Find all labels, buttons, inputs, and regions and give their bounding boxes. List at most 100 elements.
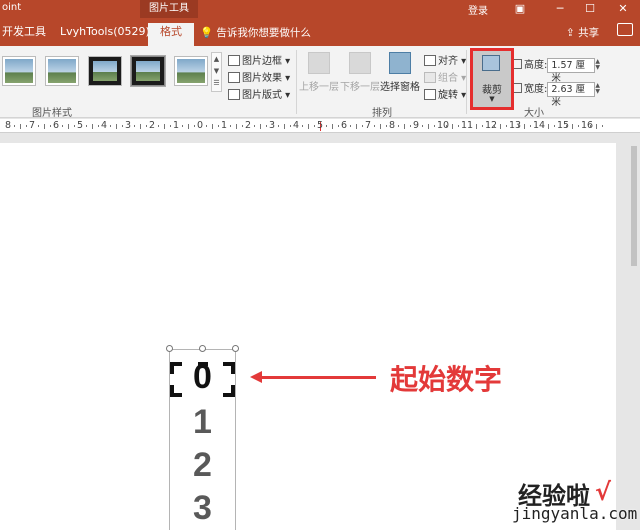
maximize-button[interactable]: ☐ <box>575 0 605 18</box>
ruler-label: 6 <box>53 120 60 131</box>
ruler-tick <box>188 124 189 129</box>
ruler-label: 9 <box>413 120 420 131</box>
watermark-url: jingyanla.com <box>512 504 638 523</box>
ruler-tick <box>260 124 261 129</box>
picture-effects-button[interactable]: 图片效果 ▾ <box>228 69 290 84</box>
ruler-tick <box>470 125 471 127</box>
ruler-tick <box>62 125 63 127</box>
ruler-label: 1 <box>221 120 228 131</box>
ruler-tick <box>596 124 597 129</box>
ruler-label: 11 <box>461 120 474 131</box>
ruler-tick <box>212 124 213 129</box>
ruler-tick <box>482 125 483 127</box>
rotate-button[interactable]: 旋转 ▾ <box>424 86 466 101</box>
ruler-tick <box>308 124 309 129</box>
resize-handle-top-left[interactable] <box>166 345 173 352</box>
ruler-tick <box>530 125 531 127</box>
resize-handle-top[interactable] <box>199 345 206 352</box>
ribbon-display-icon[interactable]: ▣ <box>505 0 535 18</box>
ribbon-tabs: 开发工具 LvyhTools(0529) 格式 💡 告诉我你想要做什么 ⇪ 共享 <box>0 18 640 46</box>
digit-3: 3 <box>193 489 212 527</box>
height-field: 高度: 1.57 厘米▲ ▼ <box>512 56 600 84</box>
ruler-tick <box>566 125 567 127</box>
ruler-label: 4 <box>101 120 108 131</box>
ruler-label: 10 <box>437 120 450 131</box>
resize-handle-top-right[interactable] <box>232 345 239 352</box>
ruler-tick <box>362 125 363 127</box>
height-input[interactable]: 1.57 厘米 <box>547 57 596 84</box>
picture-tools-context-label: 图片工具 <box>140 0 198 18</box>
ruler-tick <box>494 125 495 127</box>
ruler-tick <box>122 125 123 127</box>
scrollbar-thumb[interactable] <box>631 146 637 266</box>
ruler-tick <box>578 125 579 127</box>
ruler-label: 16 <box>581 120 594 131</box>
ruler-label: 8 <box>5 120 12 131</box>
send-backward-button[interactable]: 下移一层 <box>340 52 380 93</box>
picture-style-3[interactable] <box>88 56 122 86</box>
ruler-tick <box>50 125 51 127</box>
ruler-tick <box>506 125 507 127</box>
ruler-tick <box>68 124 69 129</box>
height-spinner[interactable]: ▲ ▼ <box>595 59 600 71</box>
ruler-label: 12 <box>485 120 498 131</box>
slide[interactable] <box>0 143 616 530</box>
ribbon: ▲ ▼ ☰ 图片样式 图片边框 ▾ 图片效果 ▾ 图片版式 ▾ 上移一层 下移一层 … <box>0 46 640 161</box>
align-button[interactable]: 对齐 ▾ <box>424 52 466 67</box>
ruler-tick <box>332 124 333 129</box>
ruler-tick <box>140 124 141 129</box>
ruler-label: 1 <box>173 120 180 131</box>
crop-icon <box>482 55 500 71</box>
minimize-button[interactable]: ─ <box>545 0 575 18</box>
picture-style-5[interactable] <box>174 56 208 86</box>
bring-forward-button[interactable]: 上移一层 <box>298 52 340 93</box>
group-button[interactable]: 组合 ▾ <box>424 69 466 84</box>
ruler-tick <box>314 125 315 127</box>
ruler-tick <box>374 125 375 127</box>
crop-button[interactable]: 裁剪 ▼ <box>470 48 514 110</box>
group-label-size: 大小 <box>524 108 544 119</box>
tab-lvyhtools[interactable]: LvyhTools(0529) <box>60 23 150 46</box>
ruler-tick <box>452 124 453 129</box>
ruler-label: 7 <box>365 120 372 131</box>
ruler-tick <box>170 125 171 127</box>
ruler-label: 4 <box>293 120 300 131</box>
picture-layout-button[interactable]: 图片版式 ▾ <box>228 86 290 101</box>
watermark-check: √ <box>595 478 612 506</box>
ruler-tick <box>446 125 447 127</box>
ruler-label: 14 <box>533 120 546 131</box>
app-title: oint <box>2 2 22 13</box>
ruler-tick <box>500 124 501 129</box>
picture-style-4[interactable] <box>131 56 165 86</box>
ruler-tick <box>602 125 603 127</box>
comment-icon[interactable] <box>617 23 633 36</box>
tell-me-search[interactable]: 💡 告诉我你想要做什么 <box>200 25 311 40</box>
ruler-label: 3 <box>125 120 132 131</box>
ruler-tick <box>386 125 387 127</box>
width-spinner[interactable]: ▲ ▼ <box>595 83 600 95</box>
tab-developer[interactable]: 开发工具 <box>2 23 46 46</box>
ruler-label: 15 <box>557 120 570 131</box>
login-link[interactable]: 登录 <box>468 2 488 17</box>
vertical-scrollbar[interactable] <box>628 134 640 530</box>
gallery-more-button[interactable]: ▲ ▼ ☰ <box>211 52 222 92</box>
ruler-tick <box>242 125 243 127</box>
border-icon <box>228 55 240 66</box>
layout-icon <box>228 89 240 100</box>
picture-border-button[interactable]: 图片边框 ▾ <box>228 52 290 67</box>
selection-pane-button[interactable]: 选择窗格 <box>380 52 420 93</box>
effects-icon <box>228 72 240 83</box>
width-input[interactable]: 2.63 厘米 <box>547 81 596 108</box>
ruler-tick <box>278 125 279 127</box>
tell-me-text: 告诉我你想要做什么 <box>216 27 311 39</box>
ruler-tick <box>290 125 291 127</box>
tab-format[interactable]: 格式 <box>148 23 194 46</box>
close-button[interactable]: ✕ <box>608 0 638 18</box>
crop-label: 裁剪 <box>482 85 502 96</box>
share-button[interactable]: ⇪ 共享 <box>566 25 599 40</box>
ruler-label: 7 <box>29 120 36 131</box>
picture-style-2[interactable] <box>45 56 79 86</box>
picture-style-1[interactable] <box>2 56 36 86</box>
ruler-label: 13 <box>509 120 522 131</box>
ruler-tick <box>20 124 21 129</box>
